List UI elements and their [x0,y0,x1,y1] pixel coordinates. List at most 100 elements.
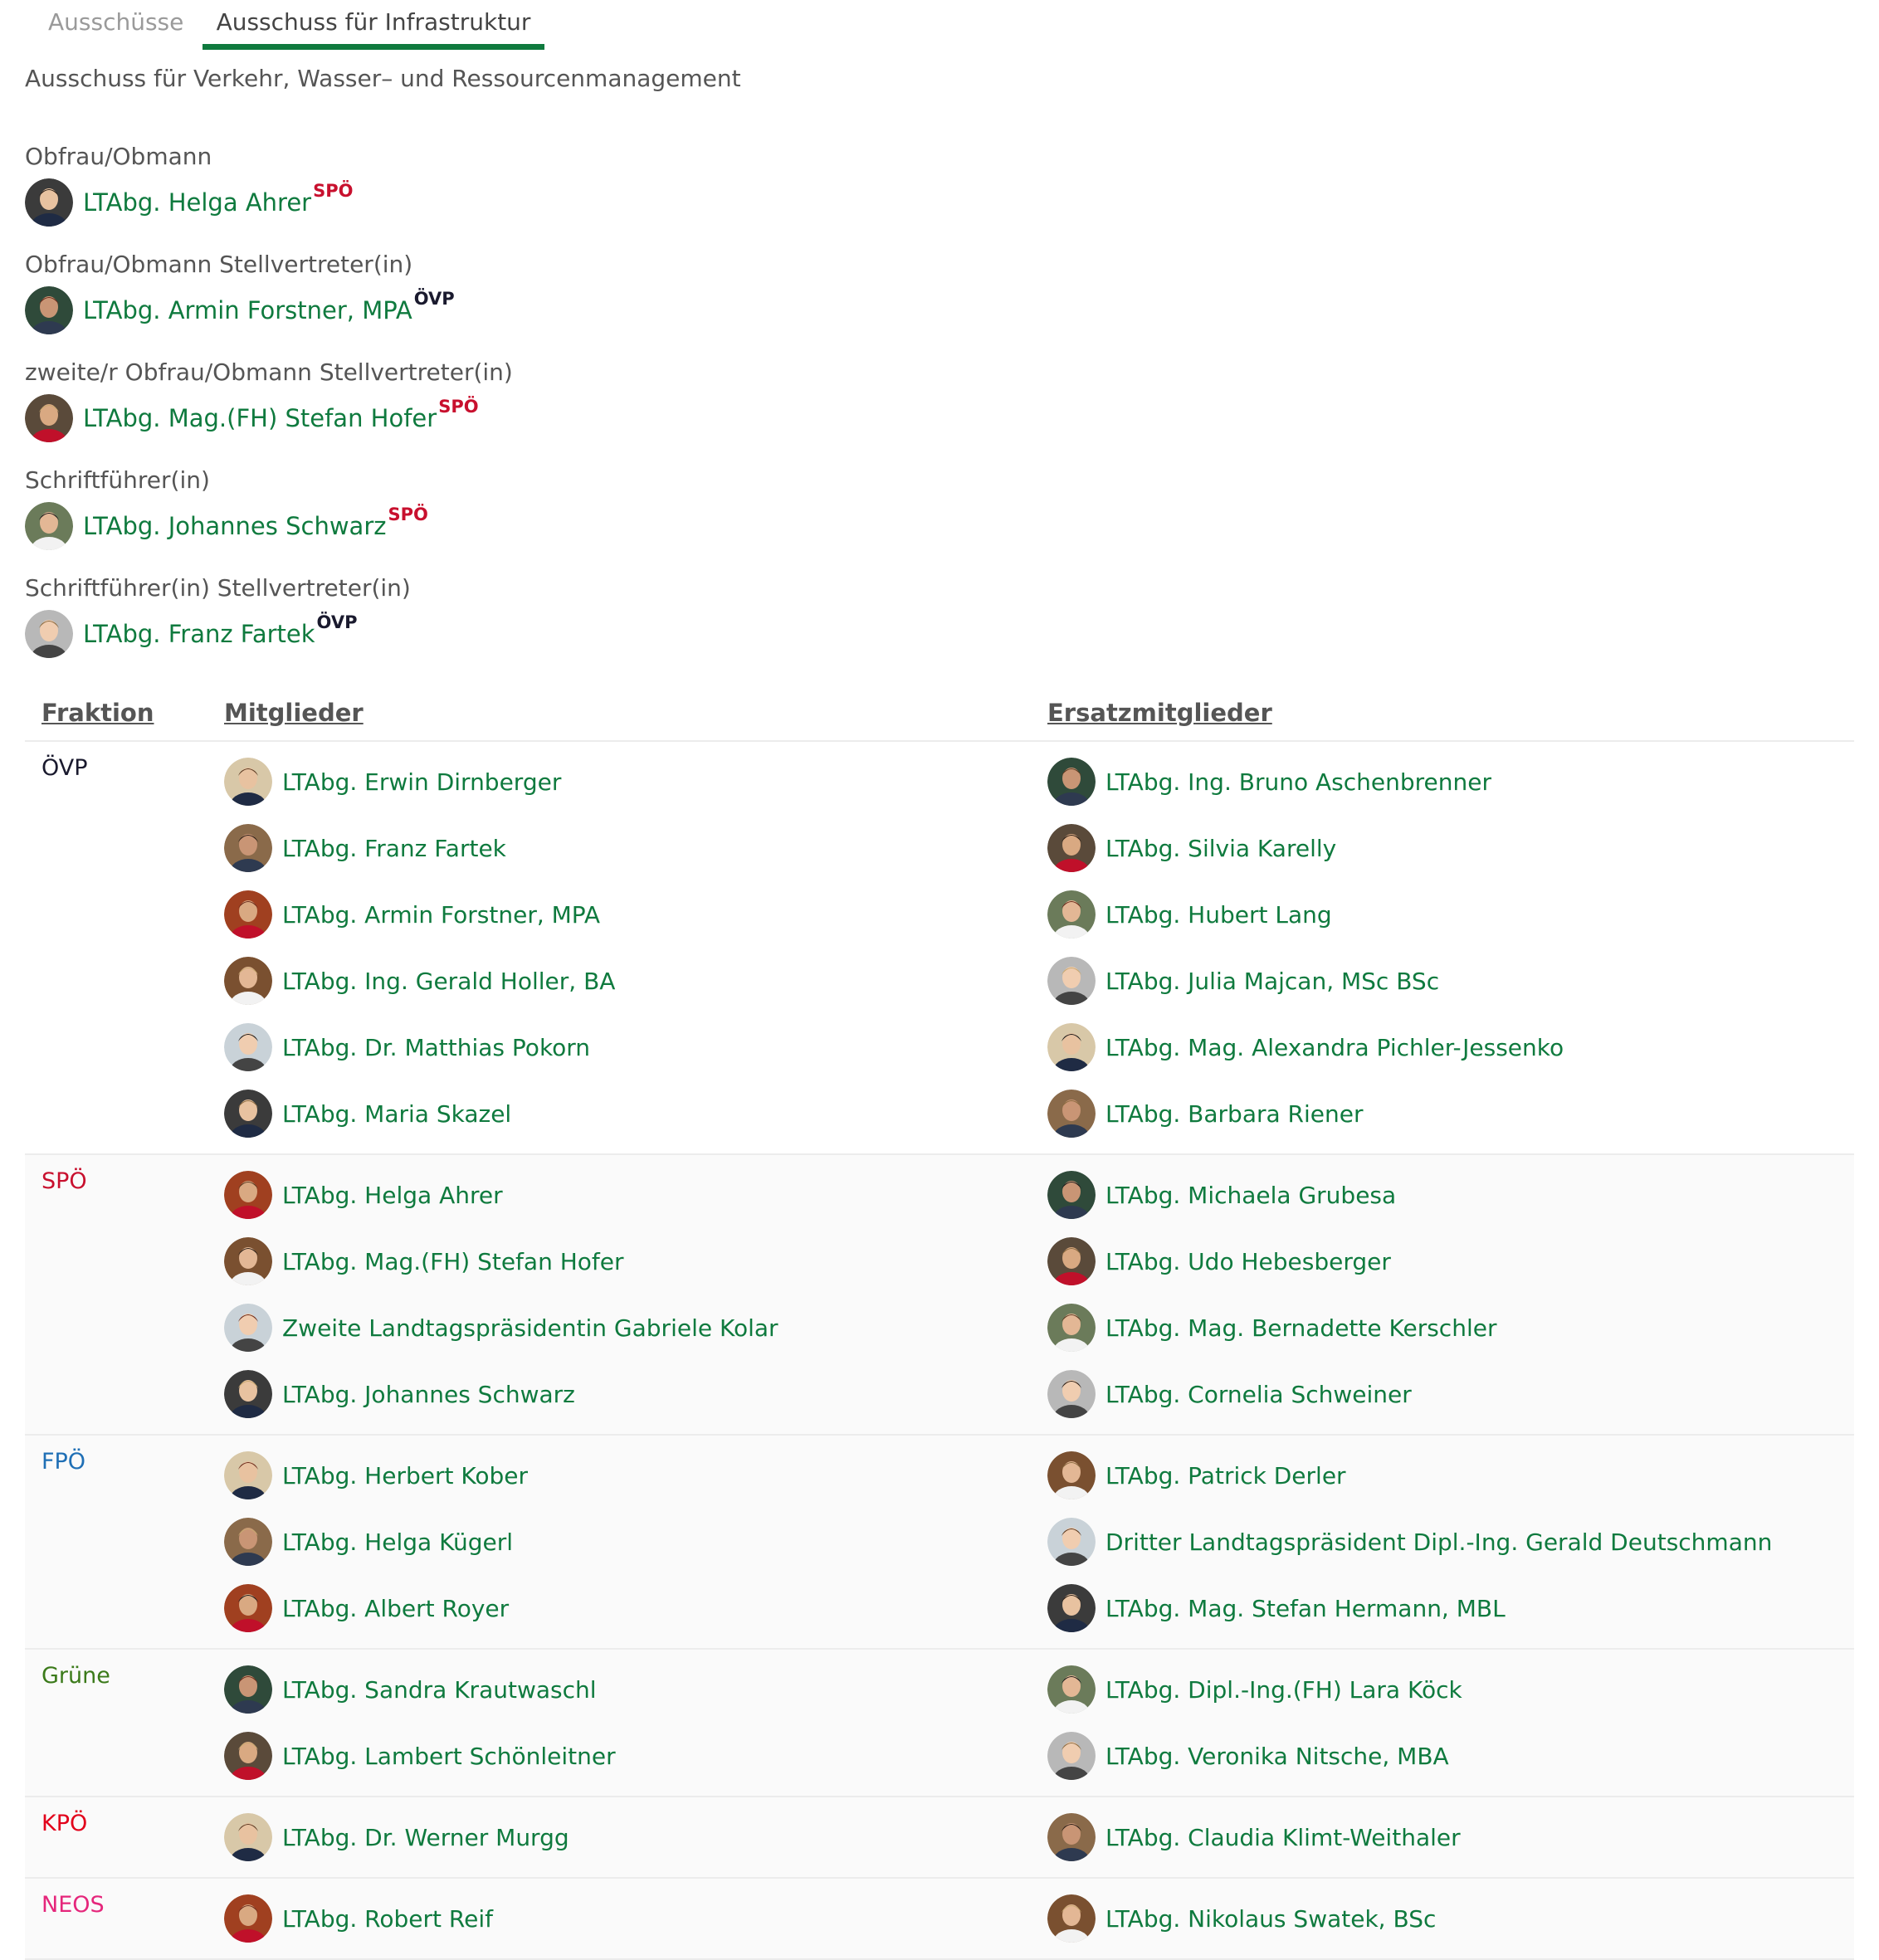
officer-role-label: Schriftführer(in) [25,466,210,494]
fraktion-label: FPÖ [41,1449,86,1475]
list-item: LTAbg. Helga Ahrer [224,1162,778,1228]
list-item: LTAbg. Claudia Klimt-Weithaler [1047,1804,1461,1870]
substitutes-column: LTAbg. Patrick Derler Dritter Landtagsprä… [1047,1442,1772,1641]
substitute-link[interactable]: LTAbg. Silvia Karelly [1105,835,1336,862]
officer-name-link[interactable]: LTAbg. Johannes Schwarz [83,512,386,540]
substitute-link[interactable]: Dritter Landtagspräsident Dipl.-Ing. Ger… [1105,1529,1772,1556]
officer-name-link[interactable]: LTAbg. Mag.(FH) Stefan Hofer [83,404,437,432]
member-link[interactable]: LTAbg. Erwin Dirnberger [282,768,561,796]
avatar[interactable] [224,824,272,872]
avatar[interactable] [224,1090,272,1138]
header-ersatzmitglieder[interactable]: Ersatzmitglieder [1047,699,1272,727]
avatar[interactable] [224,1518,272,1566]
avatar[interactable] [1047,1023,1096,1071]
substitute-link[interactable]: LTAbg. Julia Majcan, MSc BSc [1105,968,1439,995]
substitutes-column: LTAbg. Dipl.-Ing.(FH) Lara Köck LTAbg. Ve… [1047,1656,1462,1789]
avatar[interactable] [1047,1237,1096,1285]
officer-name-link[interactable]: LTAbg. Helga Ahrer [83,188,311,217]
header-mitglieder[interactable]: Mitglieder [224,699,364,727]
substitute-link[interactable]: LTAbg. Michaela Grubesa [1105,1182,1396,1209]
member-link[interactable]: LTAbg. Albert Royer [282,1595,509,1622]
substitute-link[interactable]: LTAbg. Udo Hebesberger [1105,1248,1391,1275]
member-link[interactable]: LTAbg. Ing. Gerald Holler, BA [282,968,615,995]
member-link[interactable]: LTAbg. Sandra Krautwaschl [282,1676,597,1704]
tab-ausschuesse[interactable]: Ausschüsse [48,8,183,36]
list-item: LTAbg. Ing. Gerald Holler, BA [224,948,615,1014]
avatar[interactable] [1047,1584,1096,1632]
avatar[interactable] [224,1813,272,1861]
substitute-link[interactable]: LTAbg. Mag. Alexandra Pichler-Jessenko [1105,1034,1564,1061]
substitute-link[interactable]: LTAbg. Hubert Lang [1105,901,1332,929]
member-link[interactable]: LTAbg. Dr. Matthias Pokorn [282,1034,590,1061]
substitutes-column: LTAbg. Claudia Klimt-Weithaler [1047,1804,1461,1870]
member-link[interactable]: Zweite Landtagspräsidentin Gabriele Kola… [282,1314,778,1342]
avatar[interactable] [25,286,73,334]
substitute-link[interactable]: LTAbg. Ing. Bruno Aschenbrenner [1105,768,1491,796]
fraktion-label: ÖVP [41,755,88,781]
avatar[interactable] [25,610,73,658]
committee-subtitle: Ausschuss für Verkehr, Wasser– und Resso… [25,65,741,92]
substitute-link[interactable]: LTAbg. Cornelia Schweiner [1105,1381,1412,1408]
avatar[interactable] [224,890,272,939]
avatar[interactable] [224,1370,272,1418]
member-link[interactable]: LTAbg. Robert Reif [282,1905,493,1933]
member-link[interactable]: LTAbg. Mag.(FH) Stefan Hofer [282,1248,624,1275]
avatar[interactable] [224,1237,272,1285]
avatar[interactable] [1047,1894,1096,1943]
substitute-link[interactable]: LTAbg. Dipl.-Ing.(FH) Lara Köck [1105,1676,1462,1704]
member-link[interactable]: LTAbg. Dr. Werner Murgg [282,1824,569,1851]
substitute-link[interactable]: LTAbg. Barbara Riener [1105,1100,1364,1128]
avatar[interactable] [25,178,73,227]
members-column: LTAbg. Dr. Werner Murgg [224,1804,569,1870]
member-link[interactable]: LTAbg. Helga Kügerl [282,1529,513,1556]
avatar[interactable] [1047,1171,1096,1219]
avatar[interactable] [224,1584,272,1632]
avatar[interactable] [1047,1732,1096,1780]
officer-name-link[interactable]: LTAbg. Armin Forstner, MPA [83,296,412,324]
avatar[interactable] [224,1451,272,1499]
member-link[interactable]: LTAbg. Armin Forstner, MPA [282,901,600,929]
avatar[interactable] [1047,824,1096,872]
avatar[interactable] [224,758,272,806]
avatar[interactable] [224,957,272,1005]
member-link[interactable]: LTAbg. Johannes Schwarz [282,1381,575,1408]
avatar[interactable] [224,1894,272,1943]
avatar[interactable] [1047,1813,1096,1861]
avatar[interactable] [25,394,73,442]
member-link[interactable]: LTAbg. Helga Ahrer [282,1182,503,1209]
substitute-link[interactable]: LTAbg. Nikolaus Swatek, BSc [1105,1905,1436,1933]
avatar[interactable] [1047,758,1096,806]
avatar[interactable] [224,1732,272,1780]
avatar[interactable] [1047,1370,1096,1418]
avatar[interactable] [1047,1451,1096,1499]
officer-block: Obfrau/Obmann LTAbg. Helga Ahrer SPÖ [25,143,353,228]
officer-name-link[interactable]: LTAbg. Franz Fartek [83,620,315,648]
substitute-link[interactable]: LTAbg. Mag. Stefan Hermann, MBL [1105,1595,1506,1622]
avatar[interactable] [224,1171,272,1219]
avatar[interactable] [224,1304,272,1352]
avatar[interactable] [1047,890,1096,939]
tab-ausschuss-infrastruktur[interactable]: Ausschuss für Infrastruktur [203,8,544,50]
member-link[interactable]: LTAbg. Franz Fartek [282,835,506,862]
avatar[interactable] [1047,1665,1096,1714]
avatar[interactable] [1047,1304,1096,1352]
members-column: LTAbg. Erwin Dirnberger LTAbg. Franz Fart… [224,748,615,1147]
avatar[interactable] [224,1023,272,1071]
fraktion-label: SPÖ [41,1168,87,1194]
substitute-link[interactable]: LTAbg. Veronika Nitsche, MBA [1105,1743,1449,1770]
avatar[interactable] [1047,1518,1096,1566]
list-item: LTAbg. Hubert Lang [1047,881,1564,948]
header-fraktion[interactable]: Fraktion [41,699,154,727]
substitute-link[interactable]: LTAbg. Mag. Bernadette Kerschler [1105,1314,1496,1342]
officer-role-label: Obfrau/Obmann Stellvertreter(in) [25,251,413,278]
substitute-link[interactable]: LTAbg. Patrick Derler [1105,1462,1346,1490]
list-item: LTAbg. Udo Hebesberger [1047,1228,1496,1294]
avatar[interactable] [1047,957,1096,1005]
member-link[interactable]: LTAbg. Lambert Schönleitner [282,1743,616,1770]
avatar[interactable] [1047,1090,1096,1138]
member-link[interactable]: LTAbg. Maria Skazel [282,1100,511,1128]
substitute-link[interactable]: LTAbg. Claudia Klimt-Weithaler [1105,1824,1461,1851]
member-link[interactable]: LTAbg. Herbert Kober [282,1462,528,1490]
avatar[interactable] [25,502,73,550]
avatar[interactable] [224,1665,272,1714]
